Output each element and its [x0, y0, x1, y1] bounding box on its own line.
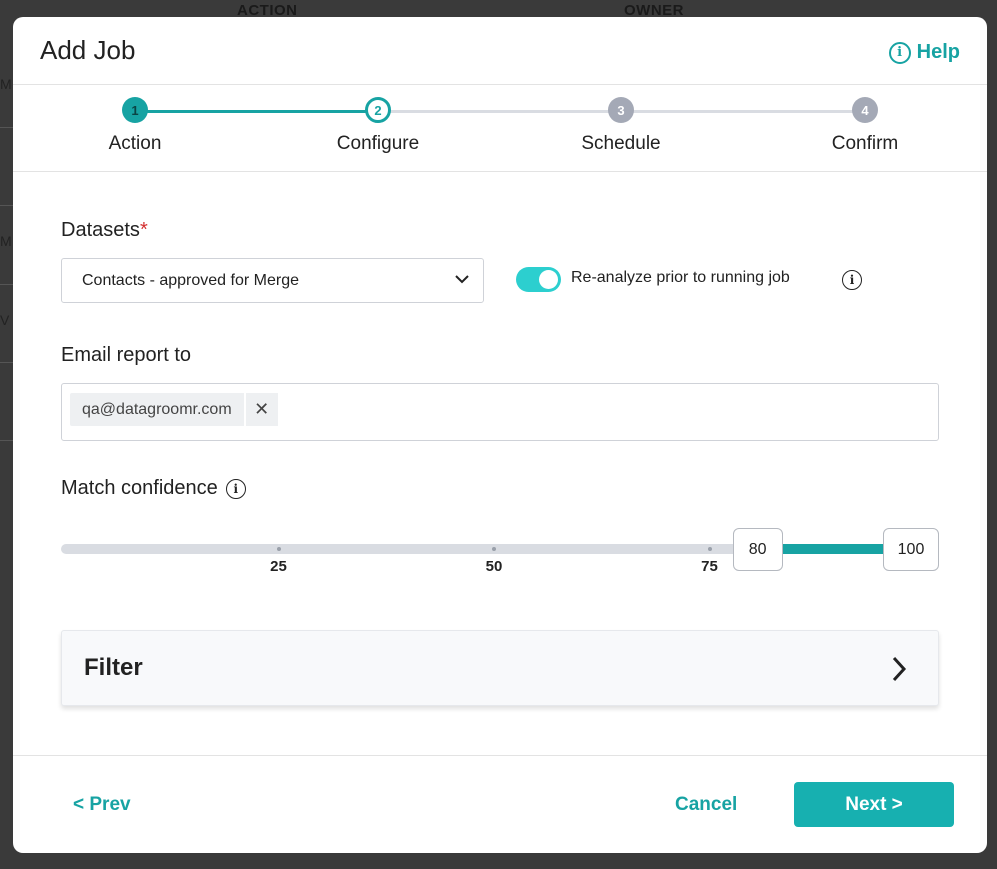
slider-handle-high[interactable]: 100 [883, 528, 939, 571]
slider-tick [707, 547, 712, 551]
step-label: Action [108, 133, 162, 154]
toggle-knob [539, 270, 558, 289]
email-chip: qa@datagroomr.com ✕ [70, 393, 278, 426]
datasets-label: Datasets* [61, 219, 148, 242]
modal-title: Add Job [40, 35, 136, 65]
required-asterisk: * [139, 219, 148, 241]
filter-section-toggle[interactable]: Filter [61, 630, 939, 706]
slider-tick [492, 547, 496, 551]
step-label: Schedule [581, 133, 661, 154]
bg-row-divider [0, 205, 14, 206]
reanalyze-label: Re-analyze prior to running job [571, 269, 790, 286]
match-confidence-label-text: Match confidence [61, 477, 218, 499]
info-icon[interactable]: i [225, 478, 246, 499]
step-number: 2 [365, 97, 391, 123]
slider-tick-label: 25 [270, 558, 287, 575]
step-label: Confirm [831, 133, 899, 154]
step-number: 1 [122, 97, 148, 123]
step-number: 3 [608, 97, 634, 123]
slider-tick-label: 50 [485, 558, 503, 575]
match-confidence-slider[interactable]: 25 50 75 80 100 [61, 528, 939, 608]
cancel-button[interactable]: Cancel [675, 794, 737, 816]
info-icon[interactable]: i [842, 270, 862, 290]
bg-row-divider [0, 284, 14, 285]
bg-row-divider [0, 362, 14, 363]
modal-footer: < Prev Cancel Next > [13, 755, 987, 853]
step-schedule[interactable]: 3 Schedule [541, 97, 701, 155]
email-recipients-input[interactable]: qa@datagroomr.com ✕ [61, 383, 939, 441]
datasets-selected-value: Contacts - approved for Merge [82, 271, 299, 289]
slider-handle-low[interactable]: 80 [732, 528, 783, 571]
slider-tick-label: 75 [701, 558, 718, 575]
help-label: Help [916, 41, 960, 63]
email-chip-text: qa@datagroomr.com [70, 393, 244, 426]
datasets-select[interactable]: Contacts - approved for Merge [61, 258, 484, 303]
add-job-modal: Add Job i Help 1 Action 2 Configure 3 Sc… [13, 17, 987, 853]
chevron-down-icon [455, 275, 469, 284]
bg-row-divider [0, 440, 14, 441]
wizard-stepper: 1 Action 2 Configure 3 Schedule 4 Confir… [13, 85, 987, 172]
slider-tick [276, 547, 281, 551]
prev-button[interactable]: < Prev [73, 794, 131, 816]
reanalyze-toggle[interactable] [516, 267, 561, 292]
slider-selected-range [777, 544, 893, 554]
step-configure[interactable]: 2 Configure [298, 97, 458, 155]
datasets-label-text: Datasets [61, 219, 140, 241]
next-button[interactable]: Next > [794, 782, 954, 827]
help-link[interactable]: i Help [888, 41, 960, 64]
filter-label: Filter [84, 654, 143, 681]
email-report-label: Email report to [61, 344, 192, 366]
info-icon: i [888, 41, 911, 64]
close-icon[interactable]: ✕ [245, 393, 278, 426]
bg-row-letter: V [0, 312, 10, 328]
bg-row-letter: M [0, 233, 12, 249]
bg-row-letter: M [0, 76, 12, 92]
chevron-right-icon [892, 656, 907, 682]
bg-row-divider [0, 127, 14, 128]
step-confirm[interactable]: 4 Confirm [785, 97, 945, 155]
modal-header: Add Job i Help [13, 17, 987, 85]
match-confidence-label: Match confidence i [61, 477, 246, 500]
step-number: 4 [852, 97, 878, 123]
step-action[interactable]: 1 Action [55, 97, 215, 155]
step-label: Configure [336, 133, 420, 154]
